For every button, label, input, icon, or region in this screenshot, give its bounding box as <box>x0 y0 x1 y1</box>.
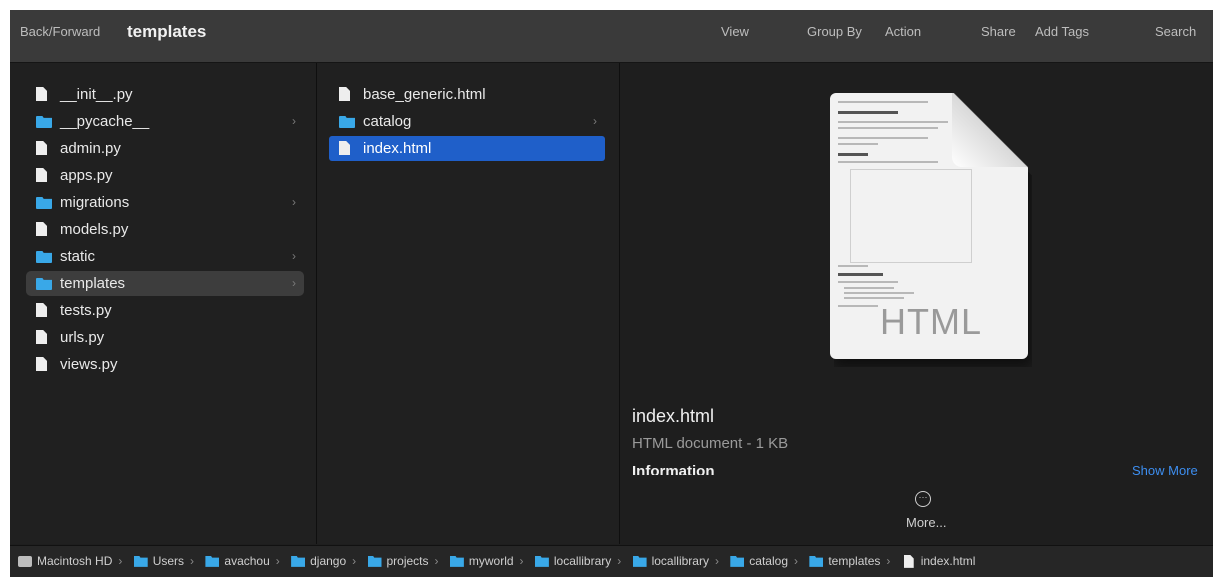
breadcrumb-item[interactable]: projects › <box>367 546 439 576</box>
list-item[interactable]: tests.py <box>26 298 304 323</box>
folder-icon <box>449 555 464 568</box>
breadcrumb-item[interactable]: catalog › <box>730 546 798 576</box>
back-forward-button[interactable]: Back/Forward <box>20 10 100 62</box>
breadcrumb-item[interactable]: myworld › <box>449 546 524 576</box>
more-icon[interactable]: ··· <box>915 491 931 507</box>
list-item[interactable]: urls.py <box>26 325 304 350</box>
breadcrumb-item[interactable]: django › <box>291 546 356 576</box>
file-icon <box>902 554 916 568</box>
finder-window: Back/Forward templates View Group By Act… <box>10 10 1213 577</box>
list-item[interactable]: views.py <box>26 352 304 377</box>
breadcrumb-item[interactable]: locallibrary › <box>534 546 621 576</box>
chevron-right-icon: › <box>593 114 597 128</box>
folder-icon <box>534 555 549 568</box>
list-item[interactable]: __pycache__ › <box>26 109 304 134</box>
action-button[interactable]: Action <box>885 10 921 62</box>
list-item[interactable]: base_generic.html <box>329 82 605 107</box>
list-item[interactable]: catalog › <box>329 109 605 134</box>
view-button[interactable]: View <box>721 10 749 62</box>
chevron-right-icon: › <box>292 195 296 209</box>
list-item[interactable]: __init__.py <box>26 82 304 107</box>
folder-icon <box>632 555 647 568</box>
list-item-selected[interactable]: templates › <box>26 271 304 296</box>
window-title: templates <box>127 22 207 41</box>
preview-file-name: index.html <box>632 406 715 426</box>
breadcrumb-item[interactable]: Macintosh HD › <box>18 546 122 576</box>
preview-pane: HTML index.html HTML document - 1 KB Inf… <box>620 63 1213 544</box>
search-button[interactable]: Search <box>1155 10 1196 62</box>
page-curl <box>952 93 1028 167</box>
chevron-right-icon: › <box>292 114 296 128</box>
disk-icon <box>18 555 32 568</box>
path-bar: Macintosh HD › Users › avachou › django › pr… <box>10 545 1213 577</box>
list-item[interactable]: apps.py <box>26 163 304 188</box>
more-button[interactable]: More... <box>906 515 946 530</box>
list-item[interactable]: admin.py <box>26 136 304 161</box>
toolbar: Back/Forward templates View Group By Act… <box>10 10 1213 63</box>
breadcrumb-item[interactable]: locallibrary › <box>632 546 719 576</box>
column-project: __init__.py __pycache__ › admin.py apps.… <box>10 63 317 544</box>
list-item[interactable]: static › <box>26 244 304 269</box>
document-type-label: HTML <box>880 301 982 342</box>
breadcrumb-item[interactable]: Users › <box>133 546 194 576</box>
folder-icon <box>367 555 382 568</box>
information-heading: Information <box>632 463 715 475</box>
group-by-button[interactable]: Group By <box>807 10 862 62</box>
preview-file-kind: HTML document - 1 KB <box>632 435 789 452</box>
folder-icon <box>809 555 824 568</box>
column-templates: base_generic.html catalog › index.html <box>317 63 620 544</box>
folder-icon <box>205 555 220 568</box>
list-item[interactable]: migrations › <box>26 190 304 215</box>
chevron-right-icon: › <box>292 276 296 290</box>
breadcrumb-item[interactable]: avachou › <box>205 546 280 576</box>
list-item-selected[interactable]: index.html <box>329 136 605 161</box>
breadcrumb-item[interactable]: templates › <box>809 546 890 576</box>
add-tags-button[interactable]: Add Tags <box>1035 10 1089 62</box>
folder-icon <box>730 555 745 568</box>
share-button[interactable]: Share <box>981 10 1016 62</box>
folder-icon <box>133 555 148 568</box>
show-more-link[interactable]: Show More <box>1132 463 1198 475</box>
folder-icon <box>291 555 306 568</box>
breadcrumb-item[interactable]: index.html <box>902 546 975 576</box>
chevron-right-icon: › <box>292 249 296 263</box>
list-item[interactable]: models.py <box>26 217 304 242</box>
document-thumbnail[interactable]: HTML <box>830 93 1032 367</box>
